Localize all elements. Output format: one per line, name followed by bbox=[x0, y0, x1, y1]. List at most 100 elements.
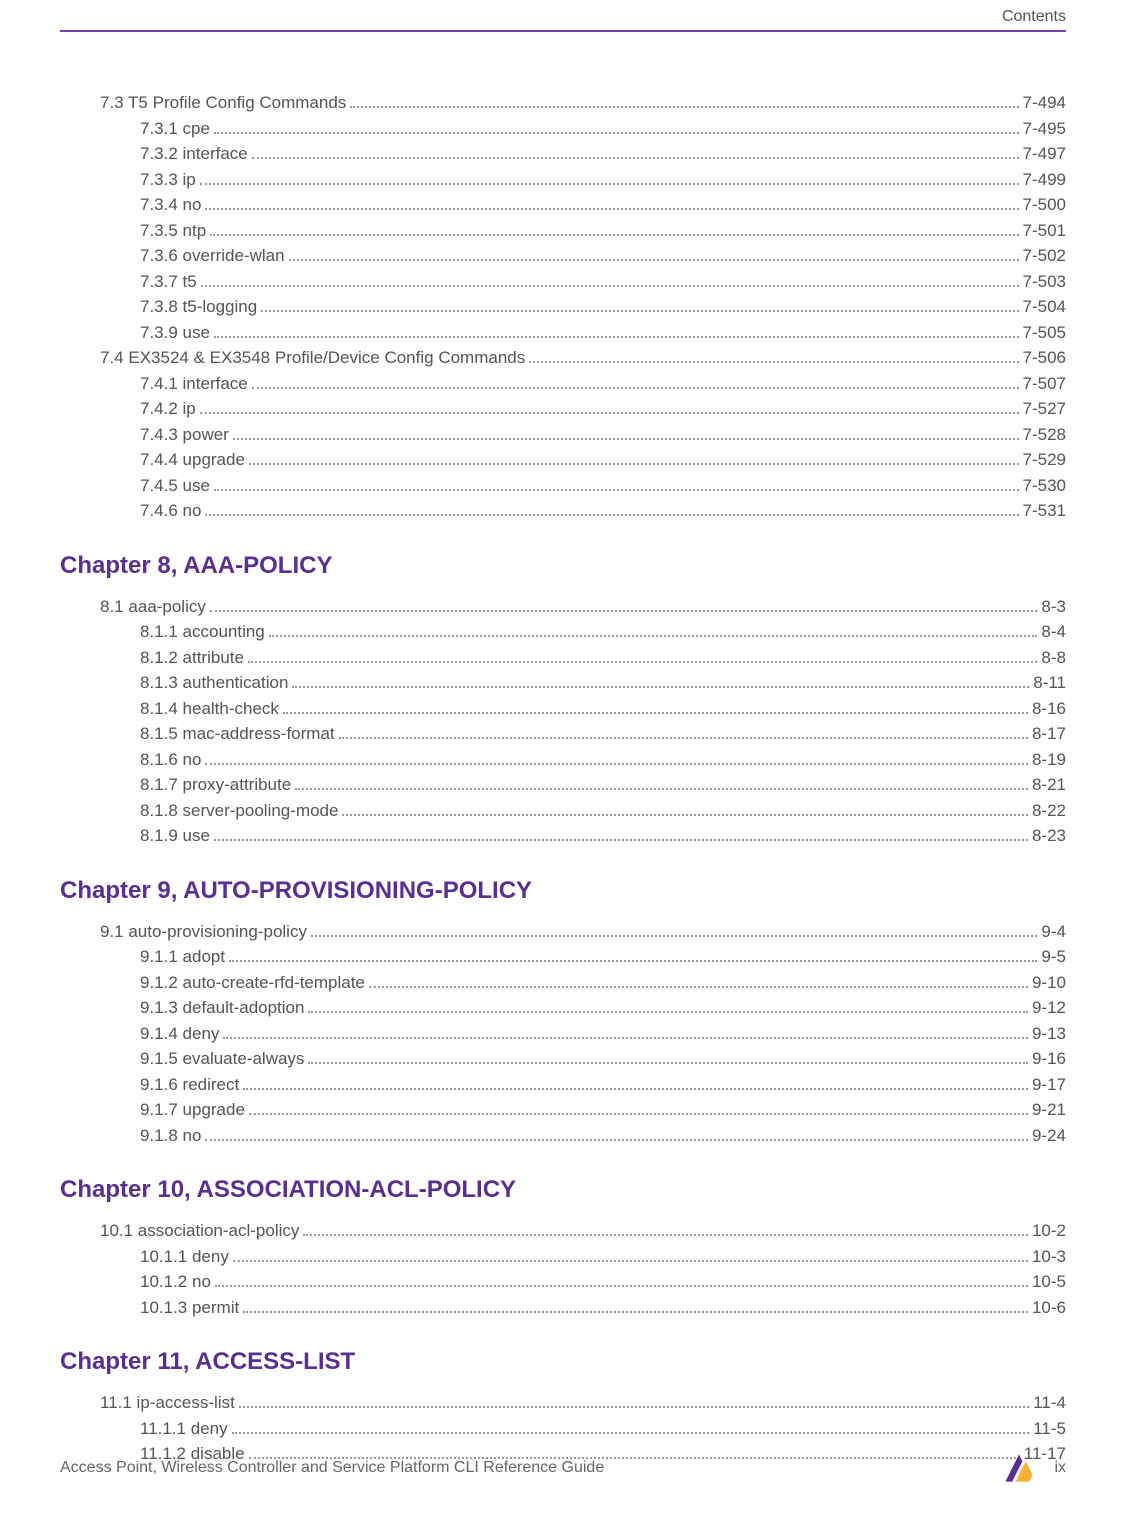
toc-leader-dots bbox=[205, 763, 1028, 765]
toc-entry-page: 8-19 bbox=[1032, 747, 1066, 773]
header-section-label: Contents bbox=[1002, 8, 1066, 26]
toc-leader-dots bbox=[201, 285, 1019, 287]
toc-entry-page: 7-528 bbox=[1023, 422, 1066, 448]
toc-entry-label: 9.1.3 default-adoption bbox=[140, 995, 304, 1021]
toc-entry[interactable]: 8.1.3 authentication8-11 bbox=[140, 670, 1066, 696]
toc-entry[interactable]: 8.1.1 accounting8-4 bbox=[140, 619, 1066, 645]
toc-entry[interactable]: 7.3.5 ntp7-501 bbox=[140, 218, 1066, 244]
toc-entry[interactable]: 9.1.4 deny9-13 bbox=[140, 1021, 1066, 1047]
toc-entry[interactable]: 7.3.9 use7-505 bbox=[140, 320, 1066, 346]
toc-entry-page: 8-22 bbox=[1032, 798, 1066, 824]
toc-leader-dots bbox=[214, 489, 1019, 491]
toc-leader-dots bbox=[303, 1234, 1028, 1236]
toc-entry-label: 7.4.5 use bbox=[140, 473, 210, 499]
toc-entry[interactable]: 7.4.5 use7-530 bbox=[140, 473, 1066, 499]
toc-entry[interactable]: 7.4.3 power7-528 bbox=[140, 422, 1066, 448]
toc-entry[interactable]: 8.1.6 no8-19 bbox=[140, 747, 1066, 773]
toc-entry[interactable]: 7.3 T5 Profile Config Commands7-494 bbox=[100, 90, 1066, 116]
toc-content: 7.3 T5 Profile Config Commands7-4947.3.1… bbox=[60, 90, 1066, 1435]
toc-entry-page: 7-500 bbox=[1023, 192, 1066, 218]
toc-entry-label: 9.1 auto-provisioning-policy bbox=[100, 919, 307, 945]
toc-entry-label: 8.1.9 use bbox=[140, 823, 210, 849]
toc-entry[interactable]: 7.3.8 t5-logging7-504 bbox=[140, 294, 1066, 320]
toc-entry[interactable]: 7.4 EX3524 & EX3548 Profile/Device Confi… bbox=[100, 345, 1066, 371]
toc-entry[interactable]: 7.4.2 ip7-527 bbox=[140, 396, 1066, 422]
toc-leader-dots bbox=[214, 132, 1019, 134]
toc-leader-dots bbox=[529, 361, 1018, 363]
chapter-title: Chapter 8, AAA-POLICY bbox=[60, 552, 1066, 580]
toc-entry-label: 9.1.7 upgrade bbox=[140, 1097, 245, 1123]
toc-entry[interactable]: 7.3.3 ip7-499 bbox=[140, 167, 1066, 193]
toc-entry-label: 10.1.3 permit bbox=[140, 1295, 239, 1321]
toc-leader-dots bbox=[311, 935, 1037, 937]
toc-entry-label: 7.3.1 cpe bbox=[140, 116, 210, 142]
toc-entry-label: 7.3.5 ntp bbox=[140, 218, 206, 244]
toc-entry-label: 7.4 EX3524 & EX3548 Profile/Device Confi… bbox=[100, 345, 525, 371]
toc-leader-dots bbox=[308, 1011, 1028, 1013]
toc-leader-dots bbox=[215, 1285, 1028, 1287]
toc-entry[interactable]: 7.3.1 cpe7-495 bbox=[140, 116, 1066, 142]
toc-entry[interactable]: 10.1 association-acl-policy10-2 bbox=[100, 1218, 1066, 1244]
toc-leader-dots bbox=[252, 387, 1019, 389]
toc-entry[interactable]: 9.1.8 no 9-24 bbox=[140, 1123, 1066, 1149]
toc-entry-label: 9.1.6 redirect bbox=[140, 1072, 239, 1098]
toc-leader-dots bbox=[342, 814, 1028, 816]
toc-entry[interactable]: 10.1.2 no 10-5 bbox=[140, 1269, 1066, 1295]
toc-entry-label: 7.3.4 no bbox=[140, 192, 201, 218]
toc-entry-label: 7.3.9 use bbox=[140, 320, 210, 346]
toc-entry[interactable]: 8.1 aaa-policy 8-3 bbox=[100, 594, 1066, 620]
toc-entry[interactable]: 9.1.1 adopt9-5 bbox=[140, 944, 1066, 970]
toc-leader-dots bbox=[233, 1260, 1028, 1262]
toc-entry[interactable]: 9.1.6 redirect9-17 bbox=[140, 1072, 1066, 1098]
toc-entry-label: 9.1.8 no bbox=[140, 1123, 201, 1149]
toc-entry[interactable]: 9.1 auto-provisioning-policy9-4 bbox=[100, 919, 1066, 945]
toc-entry-page: 9-10 bbox=[1032, 970, 1066, 996]
toc-entry-label: 7.4.4 upgrade bbox=[140, 447, 245, 473]
toc-entry-label: 10.1.2 no bbox=[140, 1269, 211, 1295]
chapter-title: Chapter 10, ASSOCIATION-ACL-POLICY bbox=[60, 1176, 1066, 1204]
toc-entry-label: 10.1 association-acl-policy bbox=[100, 1218, 299, 1244]
toc-entry[interactable]: 7.4.1 interface7-507 bbox=[140, 371, 1066, 397]
toc-entry[interactable]: 7.3.4 no 7-500 bbox=[140, 192, 1066, 218]
toc-entry-page: 10-5 bbox=[1032, 1269, 1066, 1295]
toc-entry[interactable]: 8.1.2 attribute 8-8 bbox=[140, 645, 1066, 671]
toc-entry[interactable]: 9.1.2 auto-create-rfd-template9-10 bbox=[140, 970, 1066, 996]
toc-entry[interactable]: 9.1.5 evaluate-always9-16 bbox=[140, 1046, 1066, 1072]
toc-entry-page: 8-8 bbox=[1041, 645, 1066, 671]
toc-leader-dots bbox=[243, 1088, 1028, 1090]
toc-entry-page: 7-531 bbox=[1023, 498, 1066, 524]
toc-entry[interactable]: 8.1.7 proxy-attribute8-21 bbox=[140, 772, 1066, 798]
toc-leader-dots bbox=[229, 960, 1037, 962]
toc-entry[interactable]: 9.1.7 upgrade9-21 bbox=[140, 1097, 1066, 1123]
toc-leader-dots bbox=[214, 839, 1028, 841]
toc-entry-page: 8-16 bbox=[1032, 696, 1066, 722]
toc-entry[interactable]: 8.1.9 use8-23 bbox=[140, 823, 1066, 849]
toc-entry[interactable]: 9.1.3 default-adoption9-12 bbox=[140, 995, 1066, 1021]
toc-entry[interactable]: 8.1.5 mac-address-format8-17 bbox=[140, 721, 1066, 747]
toc-entry-label: 8.1 aaa-policy bbox=[100, 594, 206, 620]
toc-entry-page: 9-24 bbox=[1032, 1123, 1066, 1149]
toc-entry[interactable]: 7.4.4 upgrade7-529 bbox=[140, 447, 1066, 473]
toc-entry-page: 8-17 bbox=[1032, 721, 1066, 747]
toc-leader-dots bbox=[369, 986, 1028, 988]
toc-entry-page: 9-13 bbox=[1032, 1021, 1066, 1047]
toc-leader-dots bbox=[350, 106, 1018, 108]
toc-entry[interactable]: 7.3.2 interface7-497 bbox=[140, 141, 1066, 167]
toc-entry-label: 8.1.2 attribute bbox=[140, 645, 244, 671]
toc-entry-page: 8-3 bbox=[1041, 594, 1066, 620]
toc-leader-dots bbox=[269, 635, 1038, 637]
toc-entry[interactable]: 10.1.1 deny10-3 bbox=[140, 1244, 1066, 1270]
toc-leader-dots bbox=[223, 1037, 1028, 1039]
toc-entry-page: 11-4 bbox=[1033, 1390, 1066, 1416]
toc-entry[interactable]: 8.1.4 health-check8-16 bbox=[140, 696, 1066, 722]
toc-entry[interactable]: 7.4.6 no7-531 bbox=[140, 498, 1066, 524]
toc-entry[interactable]: 10.1.3 permit10-6 bbox=[140, 1295, 1066, 1321]
toc-entry-label: 9.1.1 adopt bbox=[140, 944, 225, 970]
chapter-title: Chapter 9, AUTO-PROVISIONING-POLICY bbox=[60, 877, 1066, 905]
toc-entry-page: 7-497 bbox=[1023, 141, 1066, 167]
toc-entry[interactable]: 7.3.7 t57-503 bbox=[140, 269, 1066, 295]
toc-entry[interactable]: 7.3.6 override-wlan7-502 bbox=[140, 243, 1066, 269]
toc-entry[interactable]: 8.1.8 server-pooling-mode8-22 bbox=[140, 798, 1066, 824]
toc-entry[interactable]: 11.1.1 deny11-5 bbox=[140, 1416, 1066, 1442]
toc-entry[interactable]: 11.1 ip-access-list11-4 bbox=[100, 1390, 1066, 1416]
